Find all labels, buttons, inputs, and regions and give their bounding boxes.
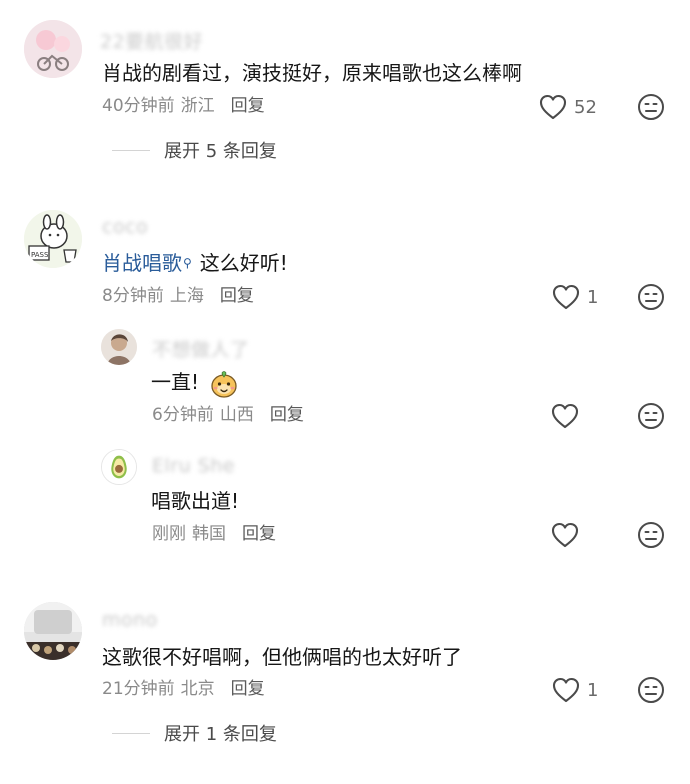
expand-replies-label: 展开 1 条回复 — [164, 724, 277, 745]
reply-button[interactable]: 回复 — [231, 679, 265, 699]
comment-meta: 6分钟前 山西 回复 — [152, 404, 304, 426]
like-count: 1 — [587, 679, 599, 701]
like-button[interactable]: 1 — [551, 675, 598, 705]
dislike-button[interactable] — [637, 283, 665, 311]
neutral-face-icon — [638, 94, 664, 120]
comment-text-body: 这么好听! — [199, 251, 288, 275]
cartoon-face-emoji — [209, 369, 239, 399]
reply-button[interactable]: 回复 — [220, 286, 254, 306]
comment-text: 唱歌出道! — [151, 489, 240, 513]
timestamp: 40分钟前 — [102, 96, 175, 116]
comment-text-body: 一直! — [151, 370, 200, 394]
svg-text:PASS: PASS — [31, 251, 49, 259]
username[interactable]: 不想做人了 — [152, 335, 250, 362]
heart-outline-icon — [552, 284, 580, 310]
like-count: 1 — [587, 286, 599, 308]
location: 山西 — [219, 405, 254, 425]
avatar[interactable] — [24, 20, 82, 78]
location: 韩国 — [192, 524, 226, 544]
avatar[interactable] — [24, 602, 82, 660]
like-button[interactable] — [550, 520, 580, 550]
timestamp: 6分钟前 — [152, 405, 214, 425]
like-button[interactable] — [550, 401, 580, 431]
neutral-face-icon — [638, 522, 664, 548]
expand-replies-button[interactable]: 展开 5 条回复 — [112, 137, 277, 163]
timestamp: 21分钟前 — [102, 679, 175, 699]
heart-outline-icon — [551, 403, 579, 429]
reply-button[interactable]: 回复 — [242, 524, 276, 544]
avatar[interactable]: PASS — [24, 210, 82, 268]
timestamp: 8分钟前 — [102, 286, 164, 306]
comment-meta: 21分钟前 北京 回复 — [102, 678, 265, 700]
comment-meta: 刚刚 韩国 回复 — [152, 523, 276, 545]
comment-text: 肖战的剧看过，演技挺好，原来唱歌也这么棒啊 — [102, 61, 522, 85]
username[interactable]: mono — [102, 609, 158, 631]
username[interactable]: Elru She — [152, 455, 235, 477]
location: 浙江 — [180, 96, 215, 116]
dislike-button[interactable] — [637, 402, 665, 430]
username[interactable]: 22要航很好 — [100, 27, 203, 54]
reply-button[interactable]: 回复 — [270, 405, 304, 425]
dislike-button[interactable] — [637, 676, 665, 704]
comment-text: 这歌很不好唱啊，但他俩唱的也太好听了 — [102, 645, 462, 669]
neutral-face-icon — [638, 677, 664, 703]
divider-line — [112, 732, 150, 734]
heart-outline-icon — [539, 94, 567, 120]
comment-meta: 40分钟前 浙江 回复 — [102, 95, 265, 117]
dislike-button[interactable] — [637, 93, 665, 121]
comment-text: 一直! — [151, 368, 239, 399]
location: 上海 — [169, 286, 204, 306]
comment-text: 肖战唱歌⚲ 这么好听! — [102, 249, 288, 277]
heart-outline-icon — [552, 677, 580, 703]
comment-meta: 8分钟前 上海 回复 — [102, 285, 254, 307]
expand-replies-label: 展开 5 条回复 — [164, 141, 277, 162]
avatar[interactable] — [101, 449, 137, 485]
like-button[interactable]: 52 — [538, 92, 597, 122]
search-keyword-link[interactable]: 肖战唱歌 — [102, 251, 182, 275]
neutral-face-icon — [638, 284, 664, 310]
expand-replies-button[interactable]: 展开 1 条回复 — [112, 720, 277, 746]
like-button[interactable]: 1 — [551, 282, 598, 312]
heart-outline-icon — [551, 522, 579, 548]
divider-line — [112, 149, 150, 151]
avatar[interactable] — [101, 329, 137, 365]
dislike-button[interactable] — [637, 521, 665, 549]
search-icon[interactable]: ⚲ — [183, 249, 192, 277]
neutral-face-icon — [638, 403, 664, 429]
reply-button[interactable]: 回复 — [231, 96, 265, 116]
timestamp: 刚刚 — [152, 524, 186, 544]
location: 北京 — [180, 679, 215, 699]
like-count: 52 — [574, 96, 597, 118]
username[interactable]: coco — [102, 216, 148, 238]
